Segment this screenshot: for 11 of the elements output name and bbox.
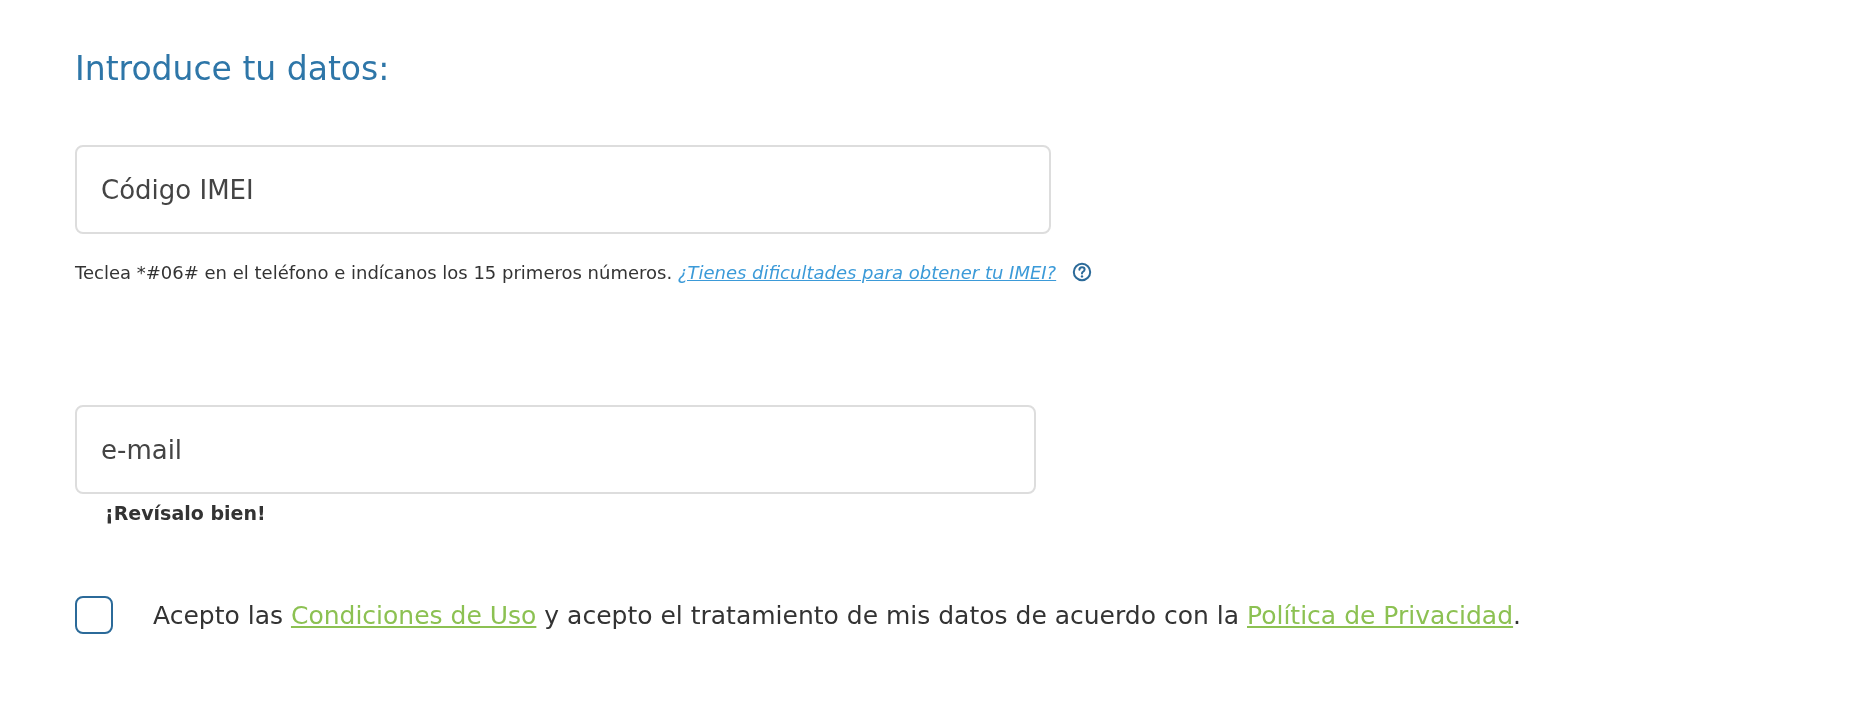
consent-text: Acepto las Condiciones de Uso y acepto el tratamiento de mis datos de acuerdo con la Política de Privacidad.: [153, 600, 1521, 630]
imei-hint-text: Teclea *#06# en el teléfono e indícanos los 15 primeros números. ¿Tienes dificultades para obtener tu IMEI?: [75, 261, 1057, 283]
imei-input-field[interactable]: Código IMEI: [75, 145, 1051, 234]
email-input-field[interactable]: e-mail: [75, 405, 1036, 494]
policy-link[interactable]: Condiciones de Uso: [290, 600, 537, 630]
consent-checkbox[interactable]: [75, 596, 113, 634]
email-hint-text: ¡Revísalo bien!: [105, 502, 266, 524]
policy-link[interactable]: Política de Privacidad: [1247, 600, 1514, 630]
help-icon[interactable]: [1072, 262, 1093, 282]
imei-help-link[interactable]: ¿Tienes dificultades para obtener tu IMEI?: [677, 261, 1057, 283]
form-heading: Introduce tu datos:: [75, 48, 390, 90]
